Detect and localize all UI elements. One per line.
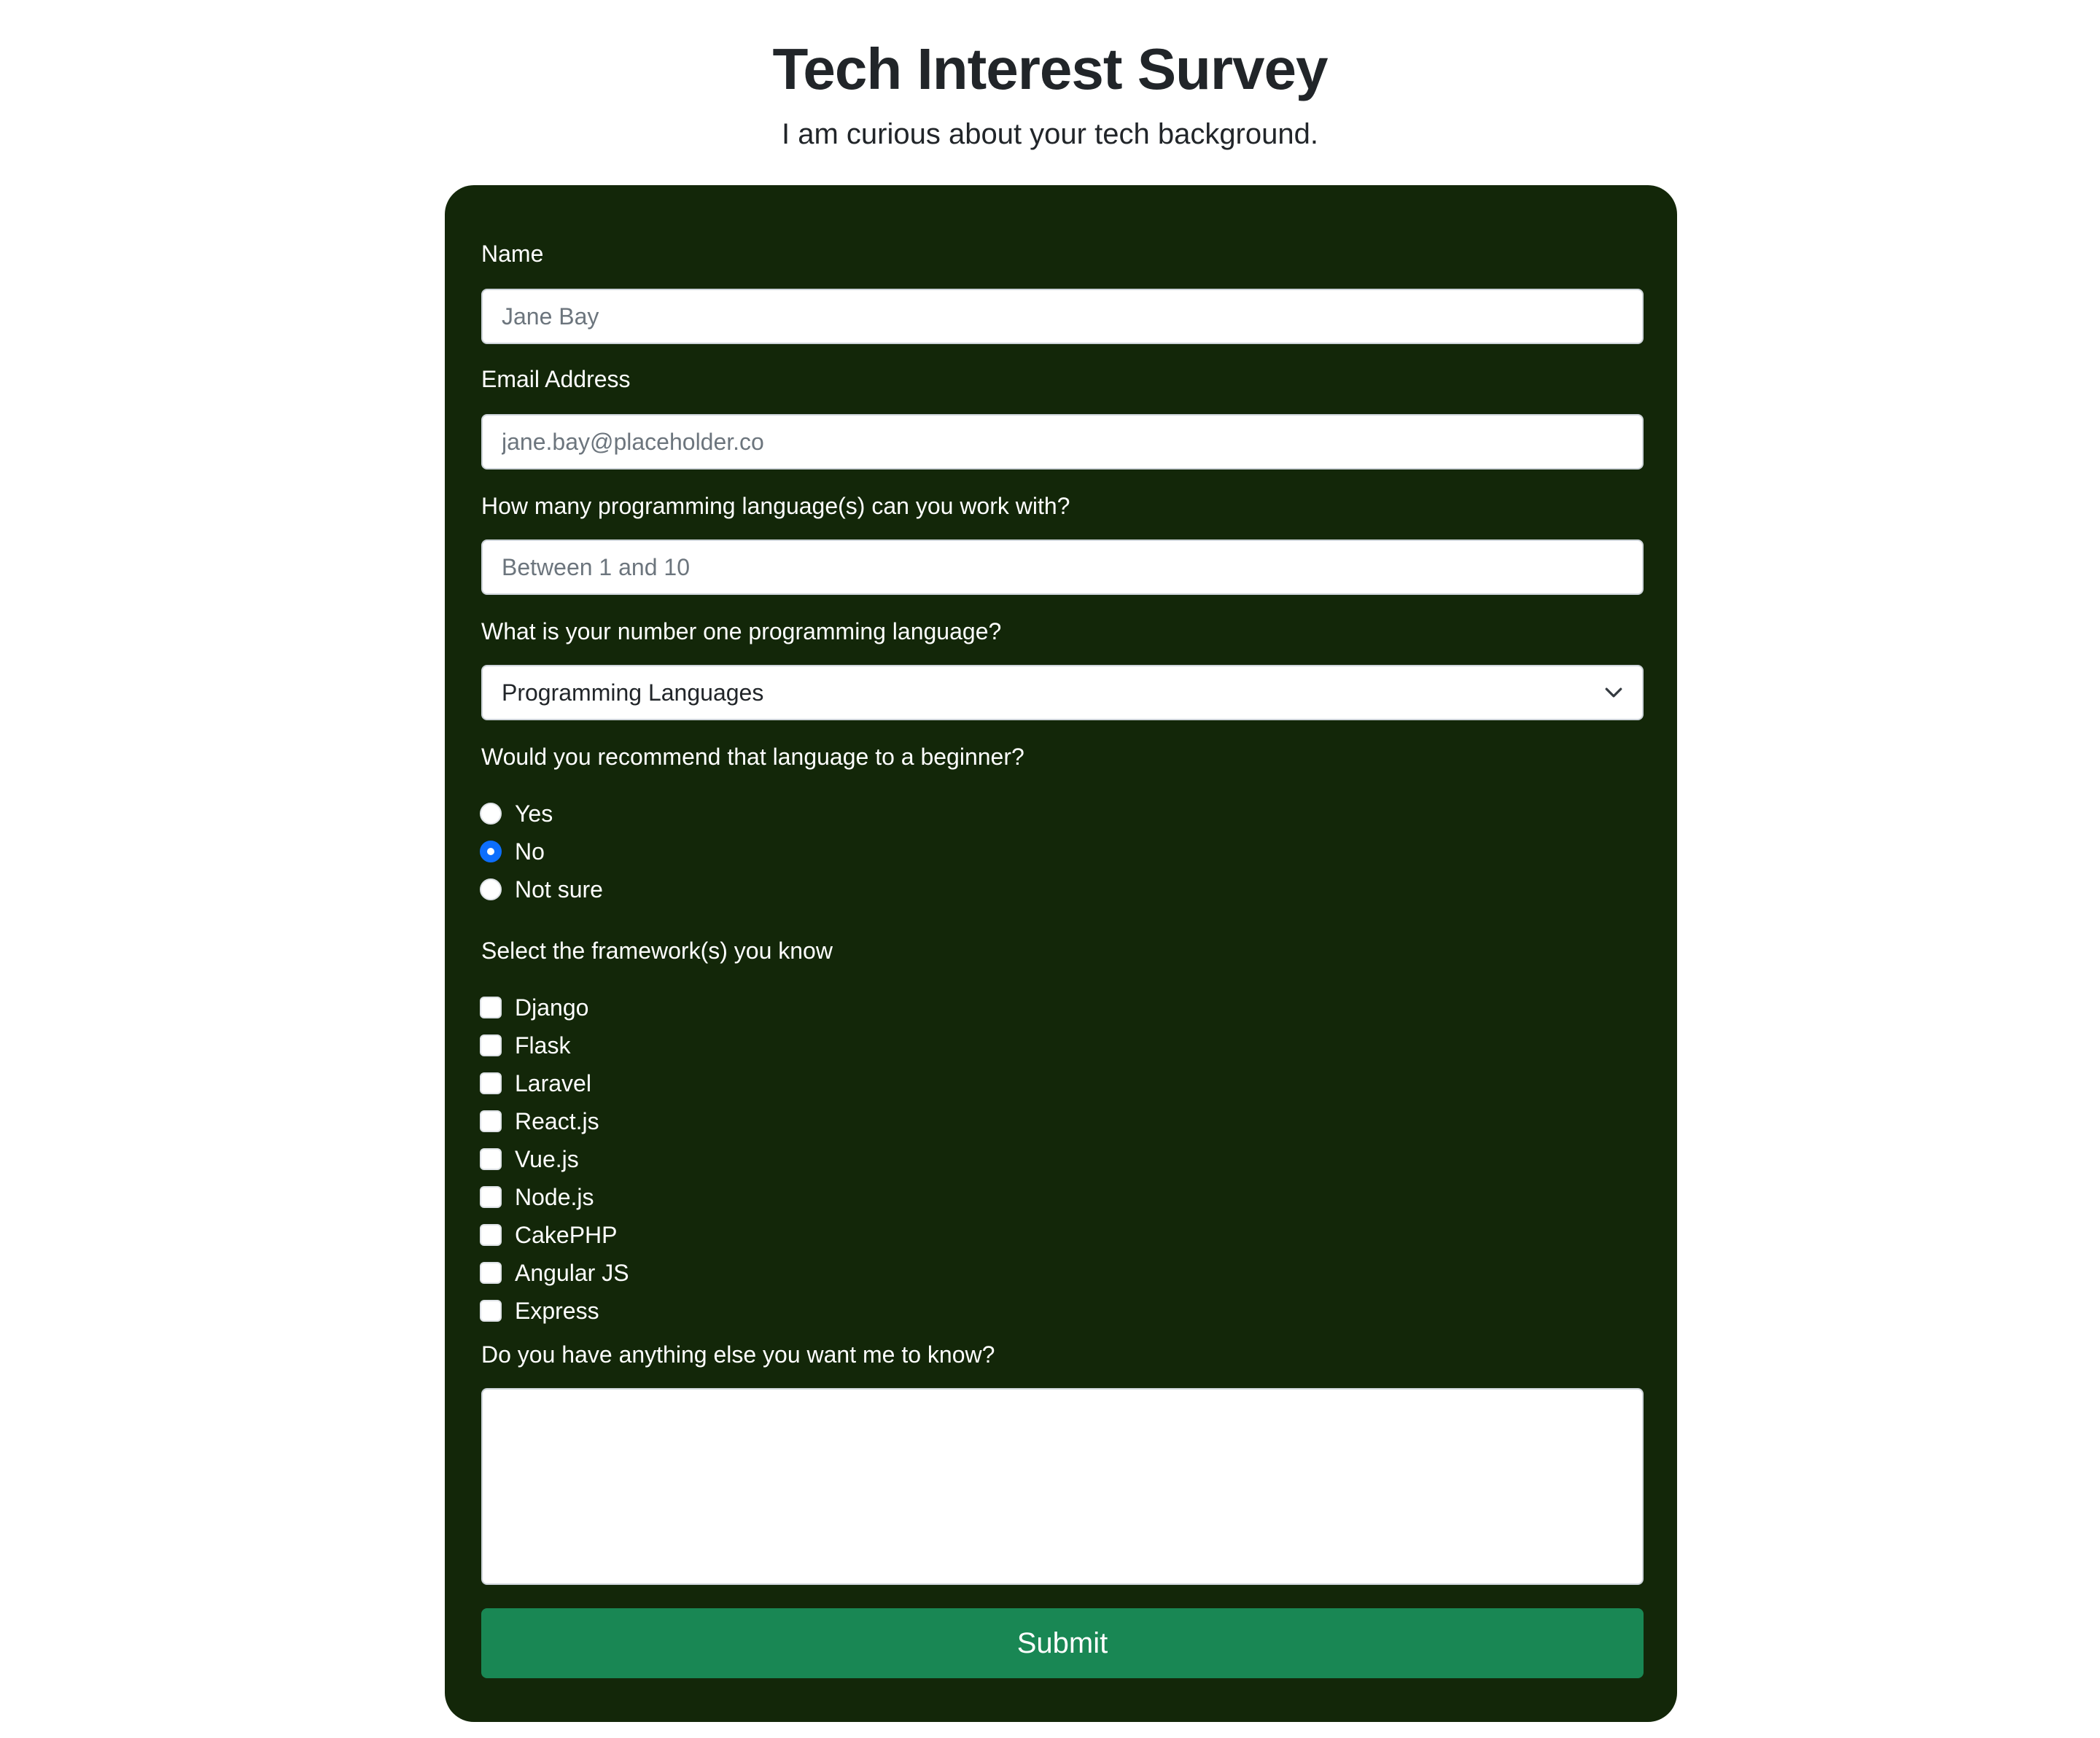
- checkbox-option-label: Express: [515, 1298, 599, 1324]
- radio-option-yes[interactable]: Yes: [480, 798, 553, 830]
- checkbox-option-label: React.js: [515, 1108, 599, 1134]
- checkbox-option-django[interactable]: Django: [480, 991, 588, 1024]
- radio-option-label: Not sure: [515, 876, 603, 903]
- page-subtitle: I am curious about your tech background.: [782, 118, 1318, 150]
- name-input[interactable]: [481, 289, 1644, 344]
- checkbox[interactable]: [480, 1300, 502, 1322]
- checkbox-option-label: Node.js: [515, 1184, 594, 1210]
- name-label: Name: [481, 241, 544, 267]
- checkbox[interactable]: [480, 1110, 502, 1132]
- radio-option-no[interactable]: No: [480, 835, 545, 868]
- checkbox-option-node[interactable]: Node.js: [480, 1181, 594, 1213]
- radio-button-selected[interactable]: [480, 841, 502, 862]
- recommend-label: Would you recommend that language to a b…: [481, 744, 1024, 770]
- checkbox-option-laravel[interactable]: Laravel: [480, 1067, 591, 1099]
- radio-button[interactable]: [480, 878, 502, 900]
- language-count-input[interactable]: [481, 539, 1644, 595]
- radio-option-label: No: [515, 838, 545, 865]
- favorite-language-label: What is your number one programming lang…: [481, 618, 1002, 644]
- checkbox-option-label: Django: [515, 994, 589, 1021]
- comments-label: Do you have anything else you want me to…: [481, 1341, 995, 1368]
- checkbox-option-angular[interactable]: Angular JS: [480, 1257, 629, 1289]
- checkbox-option-label: Vue.js: [515, 1146, 579, 1172]
- radio-button[interactable]: [480, 803, 502, 825]
- checkbox-option-flask[interactable]: Flask: [480, 1029, 570, 1061]
- survey-form: Name Email Address How many programming …: [445, 185, 1677, 1722]
- checkbox-option-label: Laravel: [515, 1070, 591, 1096]
- favorite-language-selected: Programming Languages: [502, 679, 764, 706]
- checkbox-option-vue[interactable]: Vue.js: [480, 1143, 579, 1175]
- checkbox[interactable]: [480, 1262, 502, 1284]
- checkbox-option-label: CakePHP: [515, 1222, 618, 1248]
- checkbox-option-express[interactable]: Express: [480, 1295, 599, 1327]
- checkbox[interactable]: [480, 1072, 502, 1094]
- page-header: Tech Interest Survey I am curious about …: [0, 29, 2100, 155]
- page: Tech Interest Survey I am curious about …: [0, 0, 2100, 1738]
- radio-option-label: Yes: [515, 800, 553, 827]
- favorite-language-select[interactable]: Programming Languages: [481, 665, 1644, 720]
- checkbox[interactable]: [480, 997, 502, 1018]
- email-label: Email Address: [481, 366, 631, 392]
- chevron-down-icon: [1604, 683, 1623, 702]
- submit-button[interactable]: Submit: [481, 1608, 1644, 1678]
- checkbox-option-label: Flask: [515, 1032, 571, 1059]
- checkbox-option-label: Angular JS: [515, 1260, 629, 1286]
- comments-textarea[interactable]: [481, 1388, 1644, 1585]
- checkbox[interactable]: [480, 1034, 502, 1056]
- checkbox-option-cakephp[interactable]: CakePHP: [480, 1219, 618, 1251]
- frameworks-label: Select the framework(s) you know: [481, 938, 833, 964]
- page-title: Tech Interest Survey: [772, 36, 1328, 101]
- checkbox[interactable]: [480, 1148, 502, 1170]
- checkbox-option-react[interactable]: React.js: [480, 1105, 599, 1137]
- checkbox[interactable]: [480, 1224, 502, 1246]
- checkbox[interactable]: [480, 1186, 502, 1208]
- radio-option-not-sure[interactable]: Not sure: [480, 873, 603, 905]
- language-count-label: How many programming language(s) can you…: [481, 493, 1070, 519]
- email-input[interactable]: [481, 414, 1644, 469]
